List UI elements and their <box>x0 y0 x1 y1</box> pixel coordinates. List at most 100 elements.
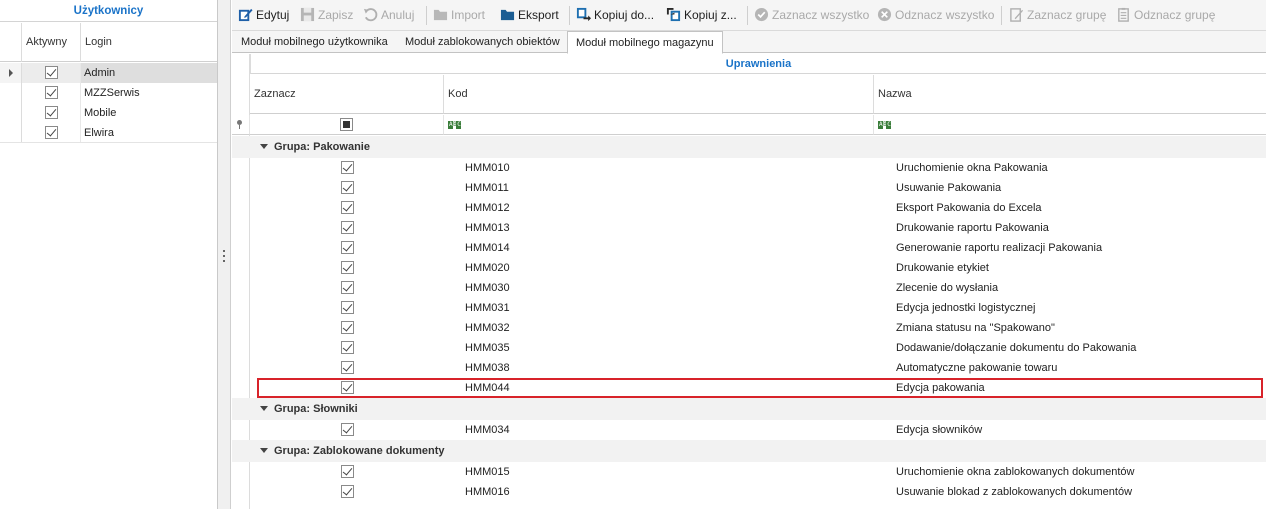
column-header-login[interactable]: Login <box>81 23 217 62</box>
export-button-label: Eksport <box>518 8 559 22</box>
cancel-button[interactable]: Anuluj <box>363 5 414 25</box>
save-button-label: Zapisz <box>318 8 354 22</box>
group-row[interactable]: Grupa: Pakowanie <box>250 136 1266 158</box>
permission-row[interactable]: HMM011 Usuwanie Pakowania <box>250 178 1266 198</box>
deselect-group-button[interactable]: Odznacz grupę <box>1116 5 1215 25</box>
group-row[interactable]: Grupa: Zablokowane dokumenty <box>250 440 1266 462</box>
permission-row[interactable]: HMM012 Eksport Pakowania do Excela <box>250 198 1266 218</box>
column-header-code[interactable]: Kod <box>444 75 874 114</box>
permission-select-cell[interactable] <box>250 482 444 502</box>
deselect-all-button[interactable]: Odznacz wszystko <box>877 5 994 25</box>
permission-row[interactable]: HMM034 Edycja słowników <box>250 420 1266 440</box>
permission-select-cell[interactable] <box>250 338 444 358</box>
permission-select-cell[interactable] <box>250 158 444 178</box>
permission-row[interactable]: HMM013 Drukowanie raportu Pakowania <box>250 218 1266 238</box>
user-active-checkbox[interactable] <box>45 126 58 139</box>
group-label: Grupa: Słowniki <box>274 403 358 415</box>
permission-code: HMM010 <box>465 162 510 174</box>
permission-select-cell[interactable] <box>250 318 444 338</box>
permission-select-cell[interactable] <box>250 258 444 278</box>
column-header-select[interactable]: Zaznacz <box>250 75 444 114</box>
permission-checkbox[interactable] <box>341 241 354 254</box>
permission-name: Edycja słowników <box>896 424 983 436</box>
toolbar: Edytuj Zapisz Anuluj Import Eksport Kopi… <box>232 0 1266 31</box>
column-header-name[interactable]: Nazwa <box>874 75 1266 114</box>
user-active-checkbox[interactable] <box>45 86 58 99</box>
tab-mobile-user-module[interactable]: Moduł mobilnego użytkownika <box>233 31 396 53</box>
permission-checkbox[interactable] <box>341 161 354 174</box>
permission-row[interactable]: HMM035 Dodawanie/dołączanie dokumentu do … <box>250 338 1266 358</box>
permission-row[interactable]: HMM030 Zlecenie do wysłania <box>250 278 1266 298</box>
permission-select-cell[interactable] <box>250 420 444 440</box>
permission-select-cell[interactable] <box>250 198 444 218</box>
permission-checkbox[interactable] <box>341 485 354 498</box>
permission-select-cell[interactable] <box>250 462 444 482</box>
permission-checkbox[interactable] <box>341 301 354 314</box>
tab-blocked-objects-module[interactable]: Moduł zablokowanych obiektów <box>397 31 568 53</box>
collapse-arrow-icon[interactable] <box>260 406 268 411</box>
tab-mobile-warehouse-module[interactable]: Moduł mobilnego magazynu <box>567 31 723 54</box>
user-login: Elwira <box>84 127 114 139</box>
user-active-checkbox[interactable] <box>45 66 58 79</box>
permission-row[interactable]: HMM031 Edycja jednostki logistycznej <box>250 298 1266 318</box>
save-button[interactable]: Zapisz <box>300 5 353 25</box>
permission-select-cell[interactable] <box>250 278 444 298</box>
permission-select-cell[interactable] <box>250 298 444 318</box>
permission-select-cell[interactable] <box>250 218 444 238</box>
group-row[interactable]: Grupa: Słowniki <box>250 398 1266 420</box>
permission-row[interactable]: HMM014 Generowanie raportu realizacji Pak… <box>250 238 1266 258</box>
row-indicator <box>0 123 22 143</box>
permission-select-cell[interactable] <box>250 178 444 198</box>
user-row[interactable]: Elwira <box>0 123 217 143</box>
permission-select-cell[interactable] <box>250 358 444 378</box>
import-button[interactable]: Import <box>433 5 485 25</box>
filter-name-cell[interactable]: ABC <box>874 115 1266 135</box>
select-all-button[interactable]: Zaznacz wszystko <box>754 5 869 25</box>
permission-row[interactable]: HMM010 Uruchomienie okna Pakowania <box>250 158 1266 178</box>
filter-pin-icon <box>237 120 242 129</box>
permission-select-cell[interactable] <box>250 238 444 258</box>
deselect-group-button-label: Odznacz grupę <box>1134 8 1216 22</box>
edit-button[interactable]: Edytuj <box>238 5 289 25</box>
user-row[interactable]: MZZSerwis <box>0 83 217 103</box>
user-active-cell[interactable] <box>22 123 81 143</box>
permission-checkbox[interactable] <box>341 423 354 436</box>
filter-select-checkbox[interactable] <box>340 118 353 131</box>
permission-checkbox[interactable] <box>341 465 354 478</box>
permission-row[interactable]: HMM016 Usuwanie blokad z zablokowanych do… <box>250 482 1266 502</box>
permission-checkbox[interactable] <box>341 341 354 354</box>
permission-checkbox[interactable] <box>341 361 354 374</box>
user-active-checkbox[interactable] <box>45 106 58 119</box>
group-label: Grupa: Pakowanie <box>274 141 370 153</box>
permission-row[interactable]: HMM020 Drukowanie etykiet <box>250 258 1266 278</box>
copy-from-button[interactable]: Kopiuj z... <box>666 5 737 25</box>
permission-checkbox[interactable] <box>341 201 354 214</box>
collapse-arrow-icon[interactable] <box>260 144 268 149</box>
select-group-button[interactable]: Zaznacz grupę <box>1009 5 1106 25</box>
user-active-cell[interactable] <box>22 103 81 123</box>
copy-to-icon <box>576 7 591 22</box>
permission-name: Drukowanie etykiet <box>896 262 989 274</box>
text-filter-icon: ABC <box>878 121 892 129</box>
permission-checkbox[interactable] <box>341 321 354 334</box>
permission-checkbox[interactable] <box>341 261 354 274</box>
permission-checkbox[interactable] <box>341 281 354 294</box>
permission-row[interactable]: HMM015 Uruchomienie okna zablokowanych do… <box>250 462 1266 482</box>
permission-code: HMM034 <box>465 424 510 436</box>
user-row[interactable]: Mobile <box>0 103 217 123</box>
permission-row[interactable]: HMM032 Zmiana statusu na "Spakowano" <box>250 318 1266 338</box>
permission-row[interactable]: HMM038 Automatyczne pakowanie towaru <box>250 358 1266 378</box>
panel-splitter[interactable] <box>218 0 231 509</box>
column-header-active[interactable]: Aktywny <box>22 23 81 62</box>
user-active-cell[interactable] <box>22 63 81 83</box>
user-active-cell[interactable] <box>22 83 81 103</box>
select-all-button-label: Zaznacz wszystko <box>772 8 870 22</box>
copy-to-button[interactable]: Kopiuj do... <box>576 5 654 25</box>
permission-checkbox[interactable] <box>341 181 354 194</box>
user-row[interactable]: Admin <box>0 63 217 83</box>
export-button[interactable]: Eksport <box>500 5 559 25</box>
filter-select-cell[interactable] <box>250 115 444 135</box>
permission-checkbox[interactable] <box>341 221 354 234</box>
filter-code-cell[interactable]: ABC <box>444 115 874 135</box>
collapse-arrow-icon[interactable] <box>260 448 268 453</box>
